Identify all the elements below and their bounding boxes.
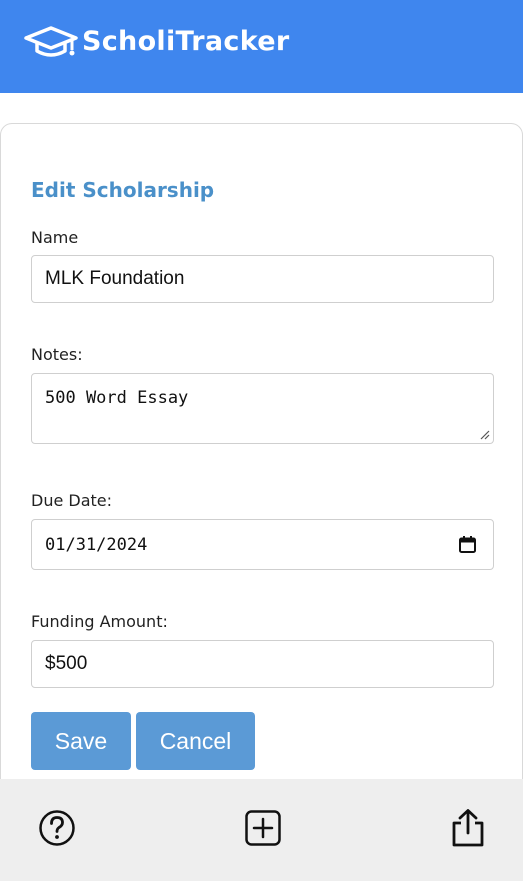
due-date-value: 01/31/2024 xyxy=(45,534,148,555)
help-circle-icon[interactable] xyxy=(37,808,77,848)
notes-textarea[interactable]: 500 Word Essay xyxy=(31,373,494,444)
notes-label: Notes: xyxy=(31,345,83,364)
form-title: Edit Scholarship xyxy=(31,178,215,202)
funding-label: Funding Amount: xyxy=(31,612,168,631)
plus-square-icon[interactable] xyxy=(243,808,283,848)
share-icon[interactable] xyxy=(448,808,488,848)
calendar-icon[interactable] xyxy=(458,535,477,554)
bottom-nav xyxy=(0,779,523,881)
notes-value: 500 Word Essay xyxy=(45,388,189,408)
due-date-label: Due Date: xyxy=(31,491,113,510)
app-header: ScholiTracker xyxy=(0,0,523,93)
resize-handle-icon[interactable] xyxy=(479,429,490,440)
save-button[interactable]: Save xyxy=(31,712,131,770)
name-value: MLK Foundation xyxy=(45,268,185,289)
funding-value: $500 xyxy=(45,653,88,674)
graduation-cap-icon xyxy=(24,25,78,57)
funding-field[interactable]: $500 xyxy=(31,640,494,688)
app-title: ScholiTracker xyxy=(82,26,290,57)
cancel-button[interactable]: Cancel xyxy=(136,712,255,770)
name-field[interactable]: MLK Foundation xyxy=(31,255,494,303)
name-label: Name xyxy=(31,228,79,247)
due-date-field[interactable]: 01/31/2024 xyxy=(31,519,494,570)
